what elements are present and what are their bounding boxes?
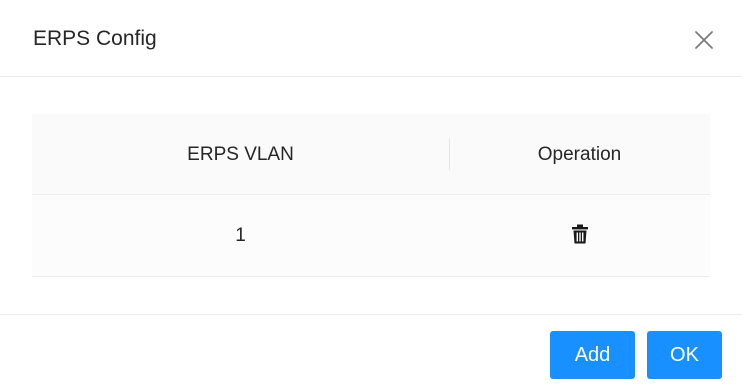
ok-button[interactable]: OK (647, 331, 722, 379)
column-header-operation: Operation (537, 144, 622, 165)
table-row: 1 (32, 195, 710, 277)
erps-vlan-cell: 1 (235, 225, 246, 246)
table-header: ERPS VLAN Operation (32, 114, 710, 195)
erps-config-dialog: ERPS Config ERPS VLAN Operation 1 Add OK (0, 0, 742, 389)
column-header-erps-vlan: ERPS VLAN (187, 144, 294, 165)
dialog-footer: Add OK (0, 314, 742, 389)
operation-cell (449, 195, 710, 277)
trash-icon[interactable] (571, 224, 589, 244)
add-button[interactable]: Add (550, 331, 635, 379)
dialog-title: ERPS Config (33, 27, 157, 50)
erps-vlan-table: ERPS VLAN Operation 1 (32, 114, 710, 277)
dialog-header: ERPS Config (0, 0, 742, 77)
close-icon[interactable] (692, 28, 716, 52)
